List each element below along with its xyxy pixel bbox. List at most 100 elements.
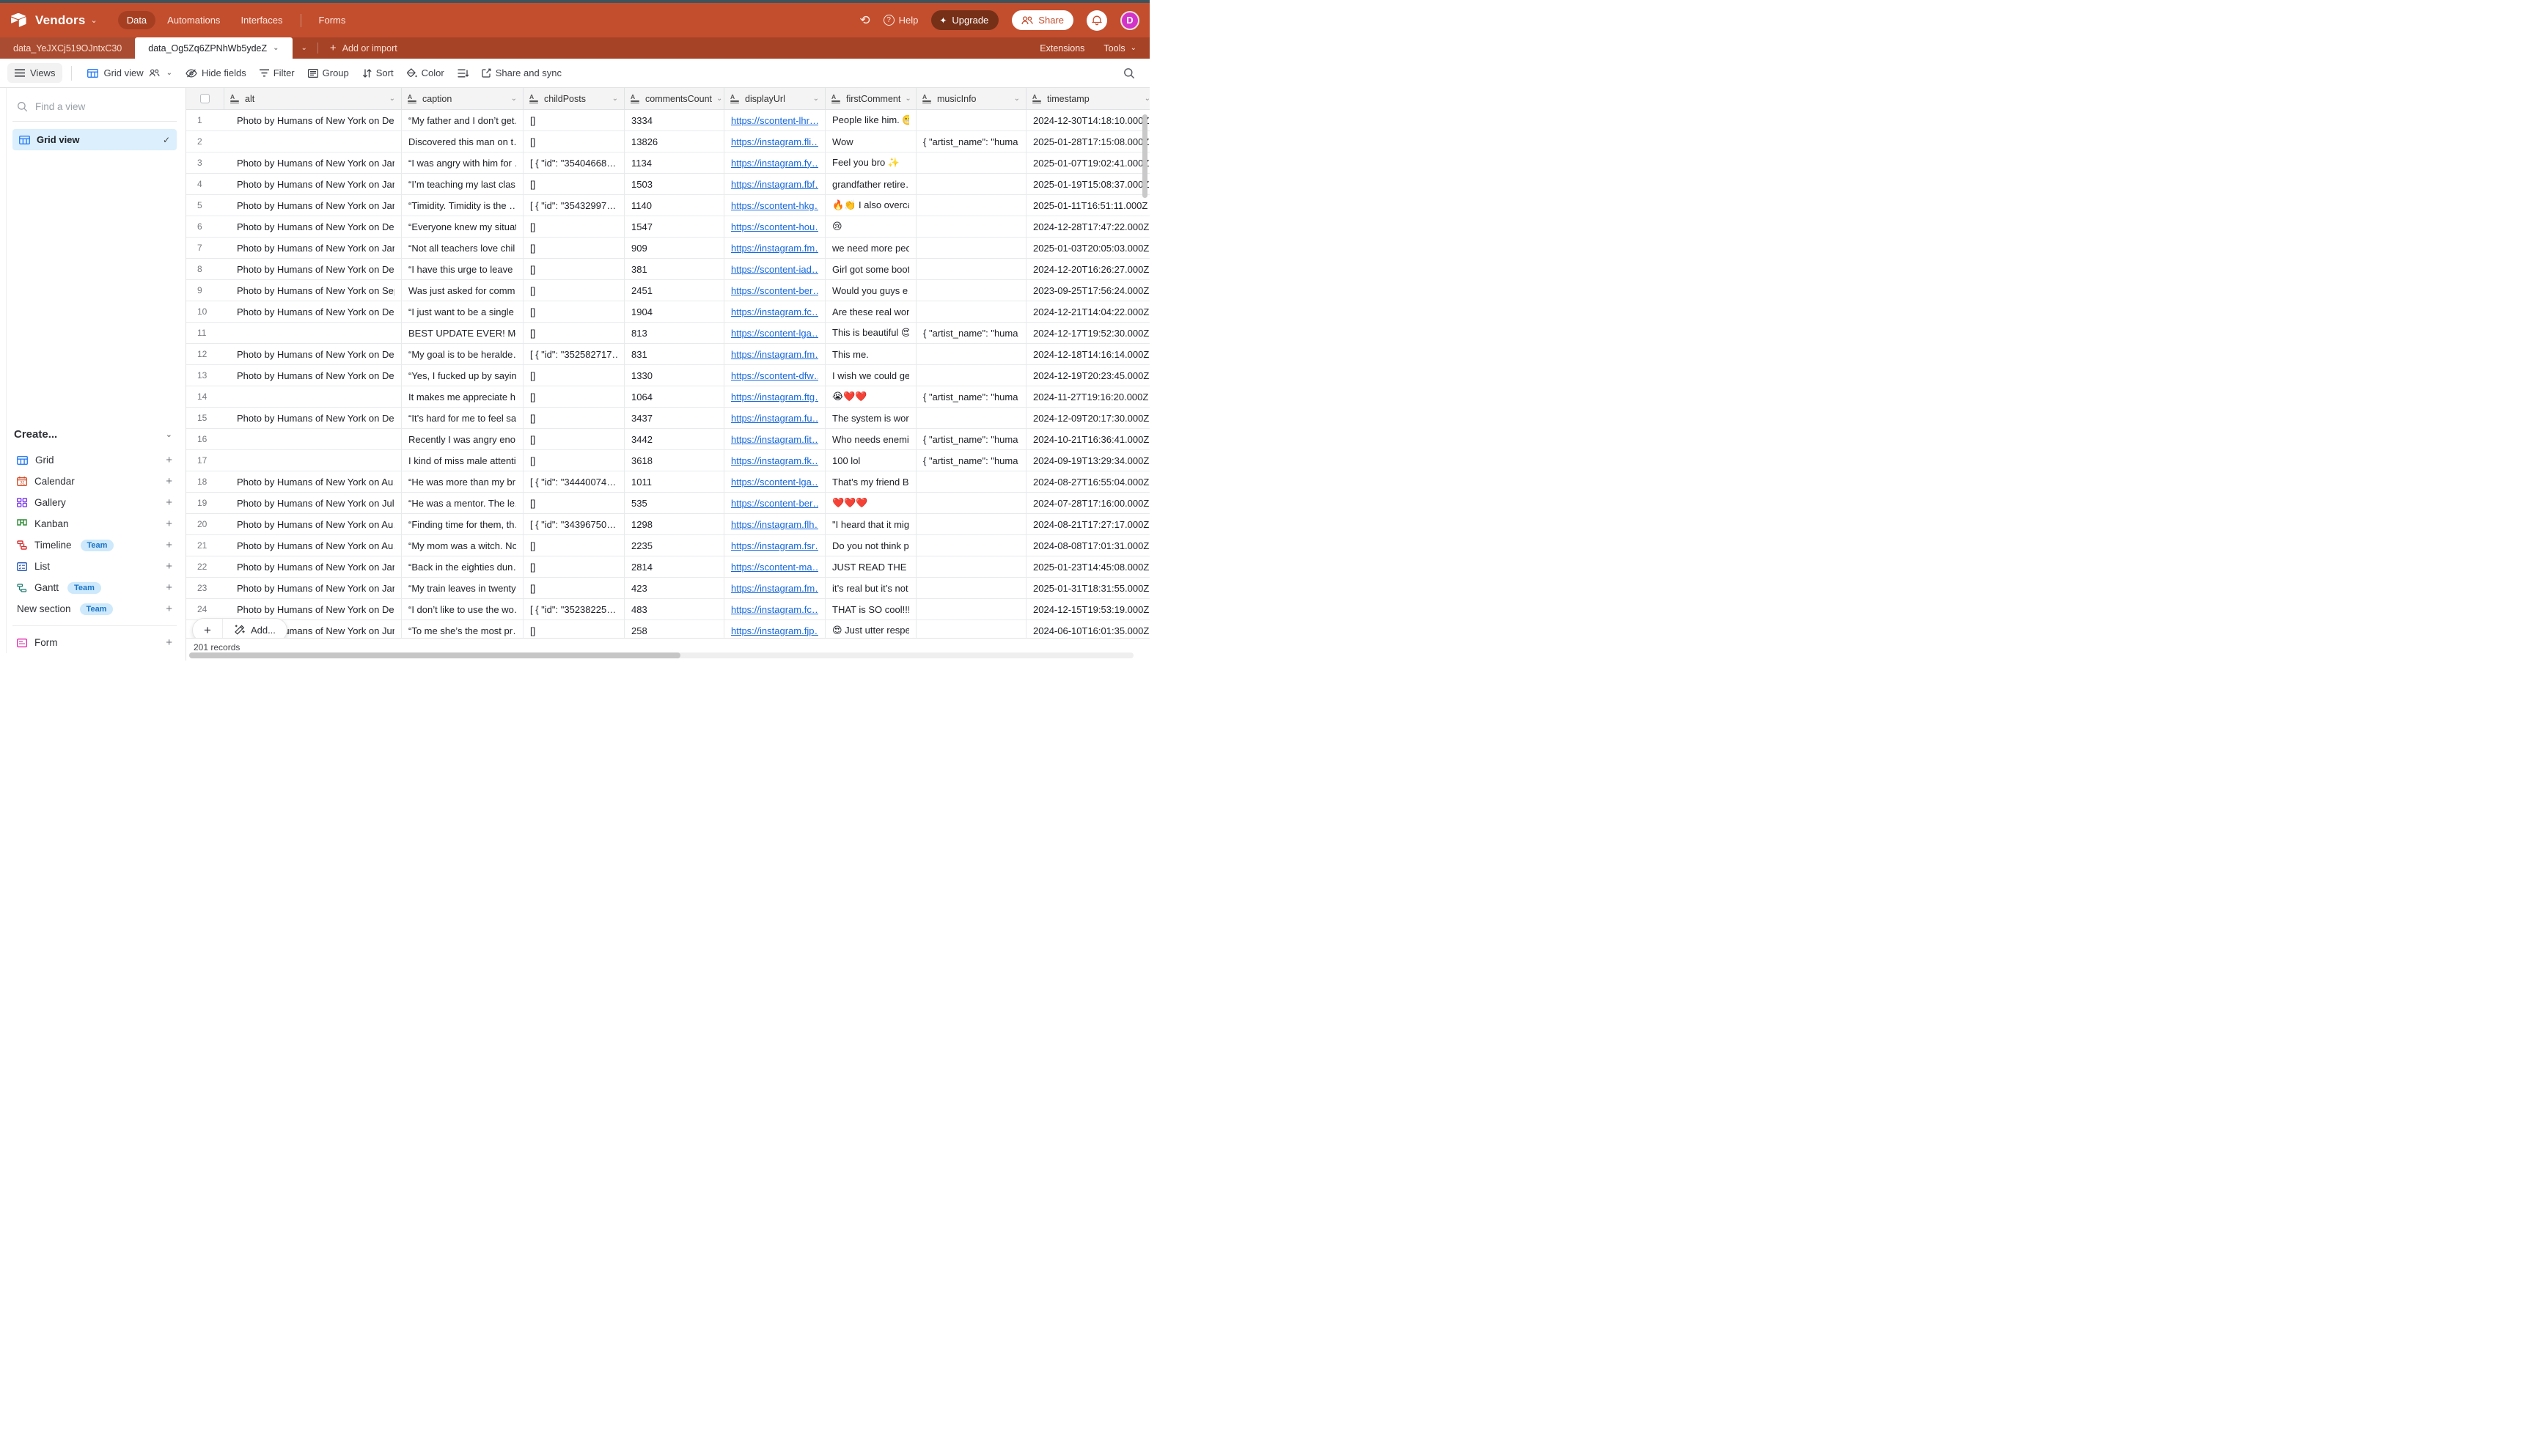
cell-firstComment[interactable]: The system is wor… (826, 408, 917, 428)
table-tab-1[interactable]: data_YeJXCj519OJntxC30 (0, 37, 135, 59)
plus-icon[interactable]: + (166, 454, 172, 466)
row-number[interactable]: 1 (186, 110, 224, 130)
cell-alt[interactable]: Photo by Humans of New York on Au… (224, 471, 402, 492)
create-item-form[interactable]: Form + (12, 632, 177, 653)
nav-tab-automations[interactable]: Automations (158, 11, 229, 29)
row-number[interactable]: 13 (186, 365, 224, 386)
plus-icon[interactable]: + (166, 539, 172, 551)
cell-firstComment[interactable]: Feel you bro ✨ (826, 152, 917, 173)
cell-caption[interactable]: “My train leaves in twenty… (402, 578, 524, 598)
cell-musicInfo[interactable] (917, 514, 1027, 534)
chevron-down-icon[interactable]: ⌄ (1145, 95, 1150, 103)
cell-firstComment[interactable]: Wow (826, 131, 917, 152)
row-height-button[interactable] (451, 65, 475, 81)
cell-musicInfo[interactable]: { "artist_name": "huma… (917, 386, 1027, 407)
cell-displayUrl[interactable]: https://instagram.fk… (724, 450, 826, 471)
create-item-list[interactable]: List + (12, 556, 177, 577)
cell-caption[interactable]: “Yes, I fucked up by sayin… (402, 365, 524, 386)
cell-firstComment[interactable]: 😭❤️❤️ (826, 386, 917, 407)
row-number[interactable]: 21 (186, 535, 224, 556)
cell-musicInfo[interactable] (917, 195, 1027, 216)
cell-musicInfo[interactable] (917, 365, 1027, 386)
cell-musicInfo[interactable] (917, 599, 1027, 619)
plus-icon[interactable]: + (166, 560, 172, 573)
nav-tab-forms[interactable]: Forms (310, 11, 355, 29)
cell-displayUrl[interactable]: https://instagram.fc… (724, 301, 826, 322)
cell-commentsCount[interactable]: 3437 (625, 408, 724, 428)
row-number[interactable]: 22 (186, 556, 224, 577)
column-header-musicInfo[interactable]: AmusicInfo⌄ (917, 88, 1027, 109)
row-number[interactable]: 16 (186, 429, 224, 449)
sort-button[interactable]: Sort (356, 64, 400, 82)
hide-fields-button[interactable]: Hide fields (179, 64, 253, 82)
history-icon[interactable]: ⟲ (859, 13, 870, 28)
cell-childPosts[interactable]: [] (524, 131, 625, 152)
cell-musicInfo[interactable] (917, 471, 1027, 492)
cell-displayUrl[interactable]: https://scontent-ber… (724, 280, 826, 301)
cell-alt[interactable]: Photo by Humans of New York on De… (224, 110, 402, 130)
cell-alt[interactable]: Photo by Humans of New York on Jan… (224, 174, 402, 194)
create-item-grid[interactable]: Grid + (12, 449, 177, 471)
row-number[interactable]: 10 (186, 301, 224, 322)
cell-alt[interactable] (224, 450, 402, 471)
cell-displayUrl[interactable]: https://scontent-hou… (724, 216, 826, 237)
cell-alt[interactable]: Photo by Humans of New York on De… (224, 408, 402, 428)
cell-timestamp[interactable]: 2024-11-27T19:16:20.000Z (1027, 386, 1150, 407)
cell-commentsCount[interactable]: 13826 (625, 131, 724, 152)
select-all-checkbox[interactable] (200, 94, 210, 103)
cell-caption[interactable]: Recently I was angry eno… (402, 429, 524, 449)
tools-button[interactable]: Tools ⌄ (1103, 43, 1136, 54)
cell-childPosts[interactable]: [] (524, 110, 625, 130)
column-header-caption[interactable]: Acaption⌄ (402, 88, 524, 109)
avatar[interactable]: D (1120, 11, 1139, 30)
cell-commentsCount[interactable]: 381 (625, 259, 724, 279)
cell-alt[interactable]: Photo by Humans of New York on De… (224, 301, 402, 322)
share-button[interactable]: Share (1012, 10, 1073, 30)
cell-displayUrl[interactable]: https://scontent-lga… (724, 323, 826, 343)
create-item-calendar[interactable]: 31 Calendar + (12, 471, 177, 492)
row-number[interactable]: 17 (186, 450, 224, 471)
chevron-down-icon[interactable]: ⌄ (1014, 95, 1020, 103)
cell-alt[interactable] (224, 323, 402, 343)
cell-caption[interactable]: Discovered this man on t… (402, 131, 524, 152)
column-header-alt[interactable]: Aalt⌄ (224, 88, 402, 109)
cell-alt[interactable] (224, 429, 402, 449)
cell-firstComment[interactable]: JUST READ THE B… (826, 556, 917, 577)
row-number[interactable]: 9 (186, 280, 224, 301)
cell-childPosts[interactable]: [] (524, 450, 625, 471)
cell-musicInfo[interactable] (917, 238, 1027, 258)
cell-childPosts[interactable]: [] (524, 174, 625, 194)
create-item-gallery[interactable]: Gallery + (12, 492, 177, 513)
cell-timestamp[interactable]: 2024-08-27T16:55:04.000Z (1027, 471, 1150, 492)
cell-childPosts[interactable]: [ { "id": "35432997… (524, 195, 625, 216)
cell-caption[interactable]: It makes me appreciate h… (402, 386, 524, 407)
tab-list-chevron-down-icon[interactable]: ⌄ (293, 37, 316, 59)
row-number[interactable]: 18 (186, 471, 224, 492)
help-button[interactable]: ? Help (884, 15, 919, 26)
cell-childPosts[interactable]: [] (524, 578, 625, 598)
create-item-new-section[interactable]: New section Team + (12, 598, 177, 619)
column-header-childPosts[interactable]: AchildPosts⌄ (524, 88, 625, 109)
cell-firstComment[interactable]: This me. (826, 344, 917, 364)
cell-timestamp[interactable]: 2024-12-17T19:52:30.000Z (1027, 323, 1150, 343)
cell-commentsCount[interactable]: 1140 (625, 195, 724, 216)
cell-commentsCount[interactable]: 1134 (625, 152, 724, 173)
cell-childPosts[interactable]: [] (524, 301, 625, 322)
cell-timestamp[interactable]: 2024-12-19T20:23:45.000Z (1027, 365, 1150, 386)
cell-firstComment[interactable]: ❤️❤️❤️ (826, 493, 917, 513)
plus-icon[interactable]: + (166, 475, 172, 488)
chevron-down-icon[interactable]: ⌄ (389, 95, 395, 103)
chevron-down-icon[interactable]: ⌄ (905, 95, 911, 103)
cell-commentsCount[interactable]: 3334 (625, 110, 724, 130)
cell-childPosts[interactable]: [ { "id": "35238225… (524, 599, 625, 619)
cell-commentsCount[interactable]: 3442 (625, 429, 724, 449)
cell-alt[interactable]: Photo by Humans of New York on De… (224, 259, 402, 279)
column-header-firstComment[interactable]: AfirstComment⌄ (826, 88, 917, 109)
row-number[interactable]: 23 (186, 578, 224, 598)
row-number[interactable]: 8 (186, 259, 224, 279)
nav-tab-data[interactable]: Data (118, 11, 155, 29)
chevron-down-icon[interactable]: ⌄ (511, 95, 517, 103)
cell-commentsCount[interactable]: 1547 (625, 216, 724, 237)
create-section-header[interactable]: Create... ⌄ (12, 424, 177, 449)
workspace-chevron-down-icon[interactable]: ⌄ (90, 15, 97, 25)
